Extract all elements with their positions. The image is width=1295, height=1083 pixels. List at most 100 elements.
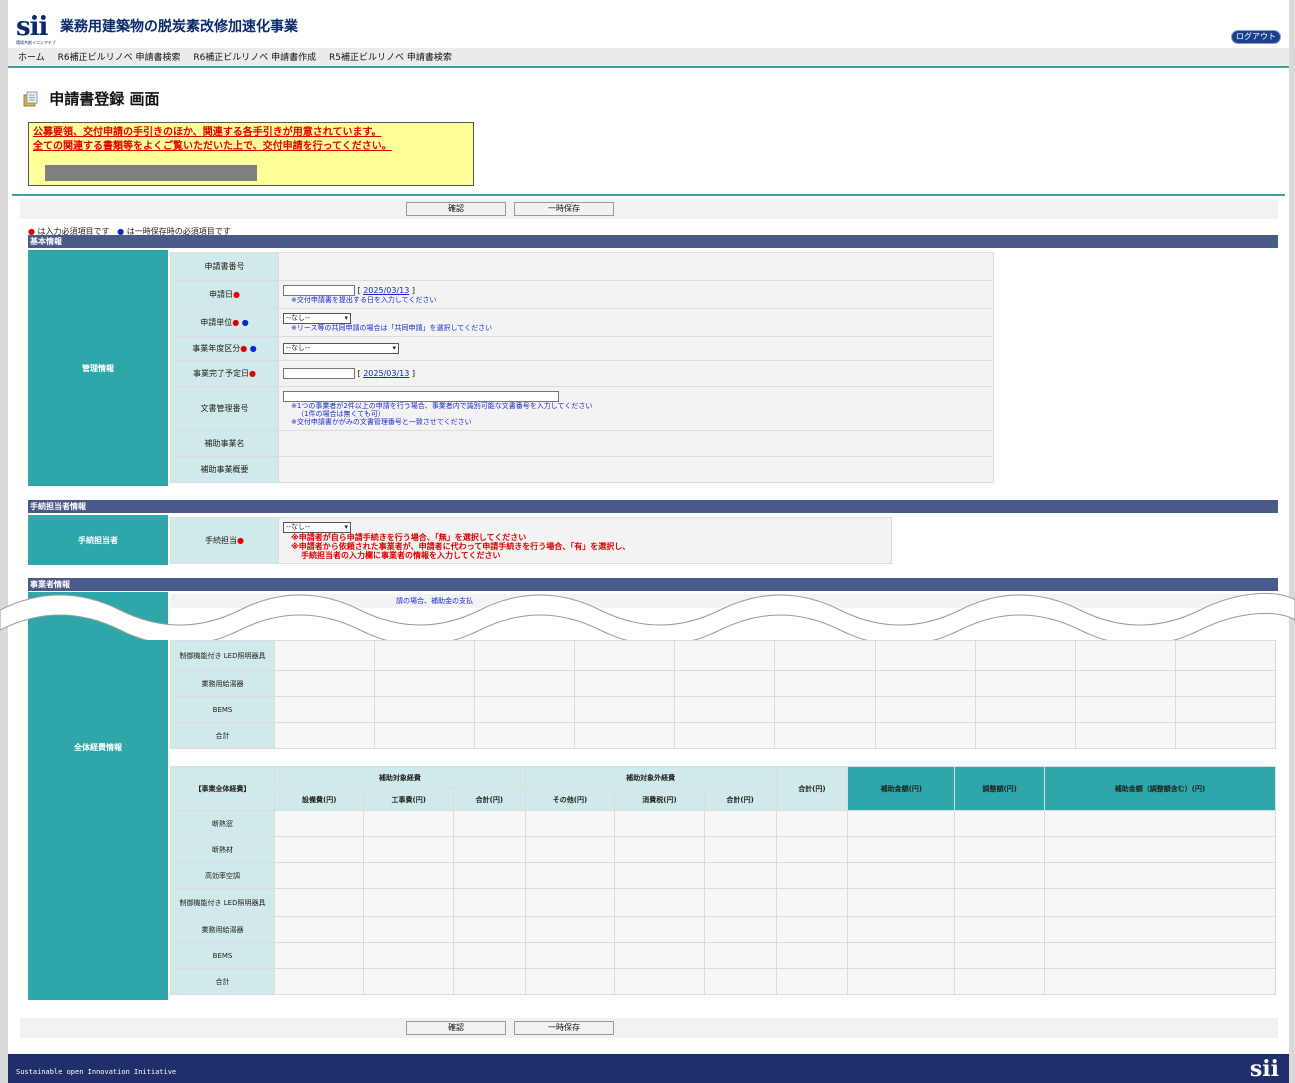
proc-select[interactable]: --なし-- ▾ — [283, 521, 351, 533]
button-bar-top — [20, 199, 1278, 219]
save-temp-button[interactable]: 一時保存 — [514, 202, 614, 216]
cost-cell — [273, 888, 365, 917]
cost-cell — [452, 916, 526, 943]
logo-mark: sii — [16, 12, 48, 42]
doc-hint-3: ※交付申請書かがみの文書管理番号と一致させてください — [291, 418, 472, 426]
cost-row: BEMS — [170, 696, 1277, 723]
cost-cell — [703, 888, 777, 917]
footer-text: Sustainable open Innovation Initiative — [16, 1068, 177, 1076]
cost-cell — [363, 968, 454, 995]
cost-cell — [847, 810, 956, 837]
app-date-input[interactable] — [283, 285, 355, 296]
header-total: 合計(円) — [775, 766, 849, 811]
cost-cell — [363, 942, 454, 969]
window-frame-left — [0, 0, 8, 1083]
cost-row: 業務用給湯器 — [170, 670, 1277, 697]
nav-r6-create[interactable]: R6補正ビルリノベ 申請書作成 — [193, 48, 316, 68]
nav-bar: ホーム R6補正ビルリノベ 申請書検索 R6補正ビルリノベ 申請書作成 R5補正… — [8, 48, 1289, 68]
cost-cell — [954, 862, 1045, 889]
cost-cell — [273, 836, 365, 863]
nav-home[interactable]: ホーム — [18, 48, 45, 68]
cost-row-label: BEMS — [170, 942, 275, 969]
page-title: 申請書登録 画面 — [22, 88, 159, 109]
cost-cell — [452, 810, 526, 837]
cost-cell — [774, 670, 876, 697]
confirm-button[interactable]: 確認 — [406, 202, 506, 216]
logout-button[interactable]: ログアウト — [1231, 30, 1281, 44]
cost-cell — [874, 640, 976, 671]
cost-cell — [1174, 722, 1277, 749]
cost-cell — [273, 862, 365, 889]
cost-cell — [674, 670, 776, 697]
row-app-date: 申請日● [ 2025/03/13 ] ※交付申請書を提出する日を入力してくださ… — [170, 280, 994, 309]
group-proc: 手続担当者 — [28, 515, 168, 565]
row-project-name: 補助事業名 — [170, 430, 994, 457]
cost-cell — [524, 888, 616, 917]
cost-cell — [452, 942, 526, 969]
cost-row: 制御機能付き LED照明器具 — [170, 888, 1277, 917]
cost-cell — [273, 670, 376, 697]
cost-cell — [614, 810, 705, 837]
cost-cell — [1043, 916, 1277, 943]
proc-hint-1: ※申請者が自ら申請手続きを行う場合、「無」を選択してください — [291, 532, 527, 542]
basic-info-table: 申請書番号 申請日● [ 2025/03/13 ] ※交付申請書を提出する日を入… — [170, 252, 994, 483]
logo-subtitle: 環境共創イニシアチブ — [16, 40, 56, 45]
cost-cell — [574, 722, 676, 749]
cost-cell — [374, 670, 476, 697]
cost-cell — [474, 670, 576, 697]
cost-cell — [674, 722, 776, 749]
cost-cell — [703, 916, 777, 943]
complete-date-input[interactable] — [283, 368, 355, 379]
cost-cell — [452, 862, 526, 889]
cost-cell — [674, 696, 776, 723]
cost-cell — [524, 836, 616, 863]
confirm-button-bottom[interactable]: 確認 — [406, 1021, 506, 1035]
cost-cell — [775, 888, 849, 917]
unit-select[interactable]: --なし-- ▾ — [283, 313, 351, 324]
cost-cell — [1043, 836, 1277, 863]
notice-line-2[interactable]: 全ての関連する書類等をよくご覧いただいた上で、交付申請を行ってください。 — [33, 140, 469, 154]
label-complete: 事業完了予定日● — [170, 360, 279, 387]
button-bar-bottom — [20, 1018, 1278, 1038]
cost-cell — [1174, 640, 1277, 671]
cost-cell — [703, 942, 777, 969]
header-sum: 合計(円) — [452, 788, 526, 811]
cost-row: BEMS — [170, 942, 1277, 969]
cost-cell — [974, 696, 1076, 723]
cost-table-title: 【事業全体経費】 — [170, 766, 275, 811]
app-date-link[interactable]: 2025/03/13 — [363, 286, 409, 295]
label-unit: 申請単位● ● — [170, 308, 279, 337]
cost-cell — [774, 640, 876, 671]
header-adjust: 調整額(円) — [954, 766, 1045, 811]
doc-hint-2: （1件の場合は無くても可） — [297, 410, 385, 418]
nav-r6-search[interactable]: R6補正ビルリノベ 申請書検索 — [58, 48, 181, 68]
year-select[interactable]: --なし-- ▾ — [283, 343, 399, 354]
cost-cell — [775, 916, 849, 943]
app-date-hint: ※交付申請書を提出する日を入力してください — [291, 296, 437, 304]
header-subsidy-adj: 補助金額（調整額含む）(円) — [1043, 766, 1277, 811]
cost-cell — [474, 722, 576, 749]
complete-date-link[interactable]: 2025/03/13 — [363, 369, 409, 378]
cost-cell — [703, 968, 777, 995]
cost-cell — [524, 810, 616, 837]
cost-cell — [1043, 968, 1277, 995]
row-doc-no: 文書管理番号 ※1つの事業者が2件以上の申請を行う場合、事業者内で識別可能な文書… — [170, 386, 994, 431]
cost-cell — [847, 862, 956, 889]
page-title-text: 申請書登録 画面 — [49, 90, 160, 108]
doc-no-input[interactable] — [283, 391, 559, 402]
header-subsidized: 補助対象経費 — [274, 766, 526, 789]
label-app-no: 申請書番号 — [170, 252, 279, 281]
nav-r5-search[interactable]: R5補正ビルリノベ 申請書検索 — [329, 48, 452, 68]
notice-line-1[interactable]: 公募要領、交付申請の手引きのほか、関連する各手引きが用意されています。 — [33, 126, 469, 140]
cost-row-label: BEMS — [170, 696, 275, 723]
cost-cell — [874, 722, 976, 749]
sii-logo[interactable]: sii 環境共創イニシアチブ — [16, 12, 56, 45]
header-other: その他(円) — [524, 788, 616, 811]
cost-cell — [954, 836, 1045, 863]
cost-row-label: 業務用給湯器 — [170, 670, 275, 697]
cost-cell — [847, 888, 956, 917]
cost-cell — [614, 836, 705, 863]
cost-row-label: 断熱窓 — [170, 810, 275, 837]
row-year: 事業年度区分● ● --なし-- ▾ — [170, 336, 994, 361]
save-temp-button-bottom[interactable]: 一時保存 — [514, 1021, 614, 1035]
